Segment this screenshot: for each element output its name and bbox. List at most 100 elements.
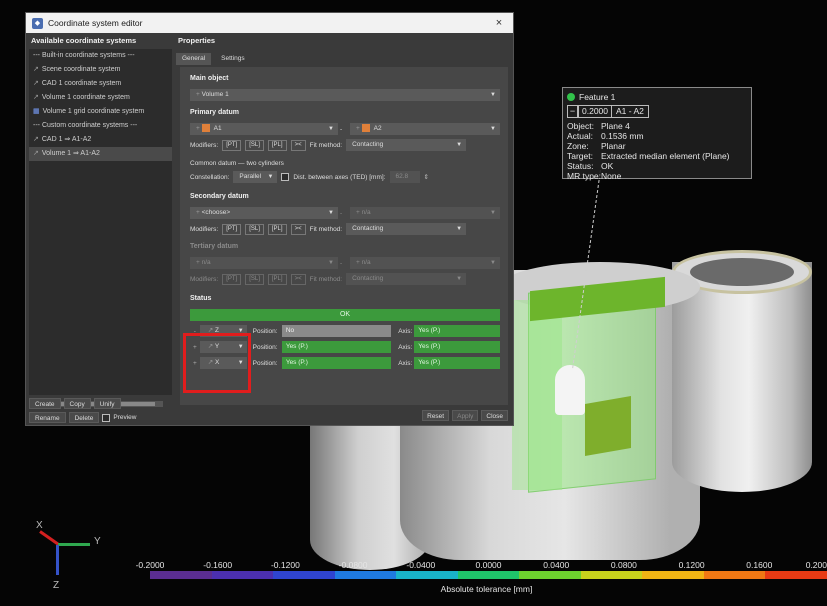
tree-item[interactable]: --- Built-in coordinate systems --- xyxy=(29,49,172,63)
3d-viewport[interactable]: X Y Z -0.2000 -0.1600 -0.1200 -0.0800 -0.040… xyxy=(0,0,827,606)
color-bar-segment xyxy=(273,571,335,579)
tree-item[interactable]: ↗ CAD 1 ⇒ A1-A2 xyxy=(29,133,172,147)
tree-item-label: --- Custom coordinate systems --- xyxy=(33,122,138,129)
modifier-mmr-toggle[interactable]: >< xyxy=(290,139,306,151)
primary-datum-b-value: A2 xyxy=(373,125,382,132)
pane-header: Available coordinate systems xyxy=(31,36,137,45)
axis-label: Axis: xyxy=(398,359,413,367)
tree-item[interactable]: ↗ CAD 1 coordinate system xyxy=(29,77,172,91)
tertiary-datum-header: Tertiary datum xyxy=(190,243,239,250)
axis-status: Yes (P.) xyxy=(414,357,501,369)
datum-feature-icon xyxy=(201,124,210,133)
feature-detail-key: Object: xyxy=(567,121,594,131)
unify-button[interactable]: Unify xyxy=(93,398,121,409)
color-bar-gradient xyxy=(150,571,827,579)
axes-icon: ↗ xyxy=(33,94,39,101)
modifiers-label: Modifiers: xyxy=(190,141,219,149)
tab-settings[interactable]: Settings xyxy=(215,53,251,65)
modifier-sl-toggle[interactable]: [SL] xyxy=(245,223,264,235)
axis-label: Axis: xyxy=(398,343,413,351)
tertiary-datum-a-select[interactable]: + n/a ▼ xyxy=(190,257,338,269)
tree-item-label: Volume 1 coordinate system xyxy=(41,94,130,101)
modifier-pt-toggle[interactable]: [PT] xyxy=(222,273,242,285)
apply-button[interactable]: Apply xyxy=(452,410,479,421)
tertiary-datum-b-select[interactable]: + n/a ▼ xyxy=(350,257,500,269)
position-status: No xyxy=(281,325,391,337)
fit-method-select[interactable]: Contacting ▼ xyxy=(346,139,467,151)
highlight-box xyxy=(183,333,251,393)
rename-button[interactable]: Rename xyxy=(29,412,66,423)
primary-modifiers-row: Modifiers: [PT] [SL] [PL] >< Fit method:… xyxy=(190,139,500,151)
tree-item-label: Volume 1 grid coordinate system xyxy=(42,108,145,115)
color-bar-label: Absolute tolerance [mm] xyxy=(440,584,533,594)
secondary-datum-b-select[interactable]: + n/a ▼ xyxy=(350,207,500,219)
position-label: Position: xyxy=(252,343,278,351)
feature-detail-value: Extracted median element (Plane) xyxy=(601,151,730,161)
main-object-select[interactable]: + Volume 1 ▼ xyxy=(190,89,500,101)
preview-checkbox[interactable] xyxy=(102,413,111,422)
status-header: Status xyxy=(190,295,212,302)
modifier-pl-toggle[interactable]: [PL] xyxy=(267,139,287,151)
color-bar-tick-label: 0.200 xyxy=(805,560,827,570)
feature-detail-row: Status: OK xyxy=(567,161,747,171)
coordinate-systems-pane: Available coordinate systems --- Built-i… xyxy=(29,35,172,427)
copy-button[interactable]: Copy xyxy=(63,398,91,409)
feature-detail-key: Zone: xyxy=(567,141,589,151)
secondary-datum-a-value: <choose> xyxy=(201,209,231,216)
tree-item[interactable]: ↗ Scene coordinate system xyxy=(29,63,172,77)
feature-details: Object: Plane 4 Actual: 0.1536 mm Zone: Plana… xyxy=(567,121,747,181)
dialog-title: Coordinate system editor xyxy=(48,18,143,28)
reset-button[interactable]: Reset xyxy=(422,410,450,421)
secondary-fit-method-select[interactable]: Contacting ▼ xyxy=(346,223,467,235)
constellation-label: Constellation: xyxy=(190,173,230,181)
feature-title: Feature 1 xyxy=(579,92,616,102)
color-bar-segment xyxy=(334,571,397,579)
color-bar-segment xyxy=(642,571,704,579)
modifier-sl-toggle[interactable]: [SL] xyxy=(245,139,264,151)
dist-between-axes-input[interactable]: 62.8 xyxy=(389,171,420,183)
constellation-select[interactable]: Parallel ▼ xyxy=(233,171,278,183)
fit-method-label: Fit method: xyxy=(309,141,343,149)
color-bar-tick-label: 0.0000 xyxy=(475,560,502,570)
axis-label: Axis: xyxy=(398,327,413,335)
position-status: Yes (P.) xyxy=(281,341,391,353)
modifier-mmr-toggle[interactable]: >< xyxy=(290,223,306,235)
constellation-row: Constellation: Parallel ▼ Dist. between a… xyxy=(190,171,429,183)
feature-detail-key: MR type: xyxy=(567,171,602,181)
dist-between-axes-checkbox[interactable] xyxy=(281,173,290,181)
primary-datum-a-select[interactable]: + A1 ▼ xyxy=(190,123,338,135)
primary-datum-separator: - xyxy=(340,125,343,133)
secondary-datum-a-select[interactable]: + <choose> ▼ xyxy=(190,207,338,219)
color-bar-tick-label: -0.0800 xyxy=(338,560,368,570)
color-bar-tick-label: 0.1600 xyxy=(746,560,773,570)
modifier-mmr-toggle[interactable]: >< xyxy=(290,273,306,285)
create-button[interactable]: Create xyxy=(29,398,61,409)
tree-item[interactable]: ↗ Volume 1 coordinate system xyxy=(29,91,172,105)
tertiary-datum-separator: - xyxy=(340,259,343,267)
tree-item[interactable]: ▦ Volume 1 grid coordinate system xyxy=(29,105,172,119)
coordinate-system-tree[interactable]: --- Built-in coordinate systems --- ↗ Scen… xyxy=(29,49,172,407)
close-button[interactable]: Close xyxy=(481,410,508,421)
primary-datum-b-select[interactable]: + A2 ▼ xyxy=(350,123,500,135)
tree-item-label: Scene coordinate system xyxy=(41,66,121,73)
modifier-pl-toggle[interactable]: [PL] xyxy=(267,223,287,235)
spinner-icon[interactable]: ⇕ xyxy=(424,173,429,181)
modifier-sl-toggle[interactable]: [SL] xyxy=(245,273,264,285)
secondary-modifiers-row: Modifiers: [PT] [SL] [PL] >< Fit method:… xyxy=(190,223,500,235)
tree-item[interactable]: --- Custom coordinate systems --- xyxy=(29,119,172,133)
delete-button[interactable]: Delete xyxy=(68,412,100,423)
feature-annotation[interactable]: Feature 1 − 0.2000 A1 - A2 Object: Plane … xyxy=(562,87,752,181)
modifier-pl-toggle[interactable]: [PL] xyxy=(267,273,287,285)
close-icon[interactable]: × xyxy=(485,17,513,29)
dialog-titlebar[interactable]: ◆ Coordinate system editor × xyxy=(26,13,513,33)
tertiary-fit-method-select[interactable]: Contacting ▼ xyxy=(346,273,467,285)
color-bar-tick-label: -0.0400 xyxy=(406,560,436,570)
axes-icon: ↗ xyxy=(33,150,39,157)
tree-item[interactable]: ↗ Volume 1 ⇒ A1-A2 xyxy=(29,147,172,161)
color-bar-tick-label: 0.0800 xyxy=(610,560,637,570)
feature-detail-row: Actual: 0.1536 mm xyxy=(567,131,747,141)
tab-general[interactable]: General xyxy=(176,53,212,65)
modifier-pt-toggle[interactable]: [PT] xyxy=(222,139,242,151)
modifier-pt-toggle[interactable]: [PT] xyxy=(222,223,242,235)
properties-tabs: General Settings xyxy=(176,53,512,65)
